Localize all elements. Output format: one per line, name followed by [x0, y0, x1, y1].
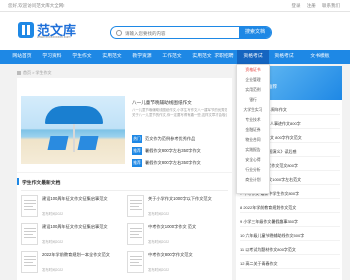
nav-item-teaching[interactable]: 教学资源 [128, 50, 156, 64]
doc-meta: 发布时间2022 [42, 212, 64, 216]
doc-item[interactable]: 关于小学作文1000字以下作文范文 发布时间2022 [127, 195, 227, 221]
dropdown-item[interactable]: 专业技术 [237, 115, 269, 125]
featured-item-text: 范文作为范例参考优秀作品 [145, 136, 196, 141]
doc-item[interactable]: 中考作文1000字作文 范文 发布时间2022 [127, 223, 227, 249]
ranking-item[interactable]: 12 高二关于青春作文 [240, 258, 340, 269]
nav-item-home[interactable]: 网站首页 [8, 50, 36, 64]
doc-thumbnail [21, 223, 38, 245]
doc-item[interactable]: 建设100周年征文作文征集启事范文 发布时间2022 [21, 223, 121, 249]
nav-item-practical[interactable]: 实用范文 [98, 50, 126, 64]
breadcrumb: 首页 > 学生作文 [17, 70, 231, 76]
search-box: 搜索文档 [110, 26, 272, 39]
doc-title: 2022年学前教育规划一本全作文范文 [42, 252, 110, 257]
featured-list: 热门 范文作为范例参考优秀作品 推荐 暑假作文800字左右350字作文 推荐 暑假作文… [132, 134, 227, 170]
doc-meta: 发布时间2022 [42, 268, 64, 272]
doc-thumbnail [21, 195, 38, 217]
beach-chair-left [47, 136, 69, 150]
dropdown-item[interactable]: 安全心得 [237, 155, 269, 165]
ranking-item[interactable]: 8 2022年学前教育规划作文范文 [240, 202, 340, 213]
top-links: 登录 注册 联系我们 [286, 3, 340, 9]
doc-item[interactable]: 中考作文800字作文范文 发布时间2022 [127, 251, 227, 277]
doc-title: 中考作文800字作文范文 [148, 252, 193, 257]
doc-meta: 发布时间2022 [148, 212, 170, 216]
greeting-text: 您好,欢迎访问范文库大全网! [8, 3, 65, 8]
nav-dropdown-menu: 资格证书 企业管理 实用范例 银行 大学生实习 专业技术 金融证券 物业合同 实… [236, 64, 270, 194]
doc-meta: 发布时间2022 [42, 240, 64, 244]
beach-umbrella-image[interactable] [21, 96, 125, 164]
featured-card: 八一儿童节晚辅助线图纸作文 八一儿童节晚辅助线图纸作文,小学生写作文八一建军节的… [17, 78, 232, 172]
doc-thumbnail [127, 223, 144, 245]
dropdown-item[interactable]: 商业计划 [237, 175, 269, 185]
dropdown-item[interactable]: 大学生实习 [237, 105, 269, 115]
latest-docs-section: 学生作文最新文档 建设100周年征文作文征集启事范文 发布时间2022 关于小学… [17, 173, 232, 280]
doc-item[interactable]: 2022年学前教育规划一本全作文范文 发布时间2022 [21, 251, 121, 277]
featured-desc-line: 关于八一儿童节的作文,你一定要写得有趣一些,这样文章才会吸引人。 [132, 112, 227, 117]
dropdown-item[interactable]: 物业合同 [237, 135, 269, 145]
dropdown-item[interactable]: 银行 [237, 95, 269, 105]
doc-thumbnail [127, 195, 144, 217]
doc-thumbnail [127, 251, 144, 273]
doc-title: 建设100周年征文作文征集启事范文 [42, 196, 108, 201]
doc-meta: 发布时间2022 [148, 240, 170, 244]
featured-list-item[interactable]: 推荐 暑假作文800字左右350字作文 [132, 146, 227, 156]
recommend-badge: 推荐 [132, 146, 142, 155]
hot-badge: 热门 [132, 134, 142, 143]
section-accent-bar [17, 178, 19, 185]
doc-thumbnail [21, 251, 38, 273]
home-icon [17, 70, 21, 75]
site-logo[interactable]: 范文库 www.xxxxxxxxxx.com [18, 20, 80, 42]
search-icon [116, 30, 122, 36]
contact-link[interactable]: 联系我们 [322, 3, 340, 8]
dropdown-item[interactable]: 资格证书 [237, 65, 269, 75]
logo-subtitle: www.xxxxxxxxxx.com [37, 35, 71, 39]
doc-title: 中考作文1000字作文 范文 [148, 224, 197, 229]
register-link[interactable]: 注册 [307, 3, 316, 8]
nav-item-exam-2[interactable]: 资格考试 [270, 50, 298, 64]
featured-item-text: 暑假作文800字左右350字作文 [145, 160, 201, 165]
recommend-badge: 推荐 [132, 158, 142, 167]
doc-item[interactable]: 建设100周年征文作文征集启事范文 发布时间2022 [21, 195, 121, 221]
nav-item-essays[interactable]: 学生作文 [68, 50, 96, 64]
login-link[interactable]: 登录 [291, 3, 300, 8]
nav-item-exam[interactable]: 资格考试 [237, 50, 269, 64]
doc-title: 关于小学作文1000字以下作文范文 [148, 196, 212, 201]
top-bar: 您好,欢迎访问范文库大全网! 登录 注册 联系我们 [0, 0, 350, 12]
featured-item-text: 暑假作文800字左右350字作文 [145, 148, 201, 153]
site-header: 范文库 www.xxxxxxxxxx.com 搜索文档 [0, 12, 350, 50]
nav-item-templates[interactable]: 文书模板 [300, 50, 340, 64]
search-input[interactable] [125, 28, 225, 38]
logo-icon [18, 22, 34, 38]
dropdown-item[interactable]: 实用范例 [237, 85, 269, 95]
nav-item-jobs[interactable]: 求职招聘 [212, 50, 236, 64]
umbrella-shape [45, 106, 103, 124]
section-title: 学生作文最新文档 [22, 181, 61, 186]
ranking-item[interactable]: 11 以考试为题材作文800字范文 [240, 244, 340, 255]
breadcrumb-text[interactable]: 首页 > 学生作文 [23, 70, 52, 75]
doc-meta: 发布时间2022 [148, 268, 170, 272]
search-button[interactable]: 搜索文档 [239, 27, 271, 38]
dropdown-item[interactable]: 行业分析 [237, 165, 269, 175]
doc-title: 建设100周年征文作文征集启事范文 [42, 224, 108, 229]
umbrella-pole [73, 124, 75, 152]
featured-title[interactable]: 八一儿童节晚辅助线图纸作文 [132, 100, 227, 106]
dropdown-item[interactable]: 金融证券 [237, 125, 269, 135]
dropdown-item[interactable]: 企业管理 [237, 75, 269, 85]
featured-desc-line: 八一儿童节晚辅助线图纸作文,小学生写作文八一建军节的优秀范文。 [132, 108, 227, 112]
featured-description: 八一儿童节晚辅助线图纸作文,小学生写作文八一建军节的优秀范文。 关于八一儿童节的… [132, 108, 227, 117]
featured-list-item[interactable]: 热门 范文作为范例参考优秀作品 [132, 134, 227, 144]
featured-list-item[interactable]: 推荐 暑假作文800字左右350字作文 [132, 158, 227, 168]
beach-chair-right [77, 136, 99, 150]
nav-item-work[interactable]: 工作范文 [158, 50, 186, 64]
nav-item-study[interactable]: 学习资料 [38, 50, 66, 64]
ranking-item[interactable]: 10 六年级儿童节晚辅助线作文500字 [240, 230, 340, 241]
ranking-item[interactable]: 9 小学三年级作文暑假趣事350字 [240, 216, 340, 227]
main-nav: 网站首页 学习资料 学生作文 实用范文 教学资源 工作范文 实用范文 求职招聘 … [0, 50, 350, 64]
dropdown-item[interactable]: 实践报告 [237, 145, 269, 155]
section-divider [21, 190, 228, 191]
